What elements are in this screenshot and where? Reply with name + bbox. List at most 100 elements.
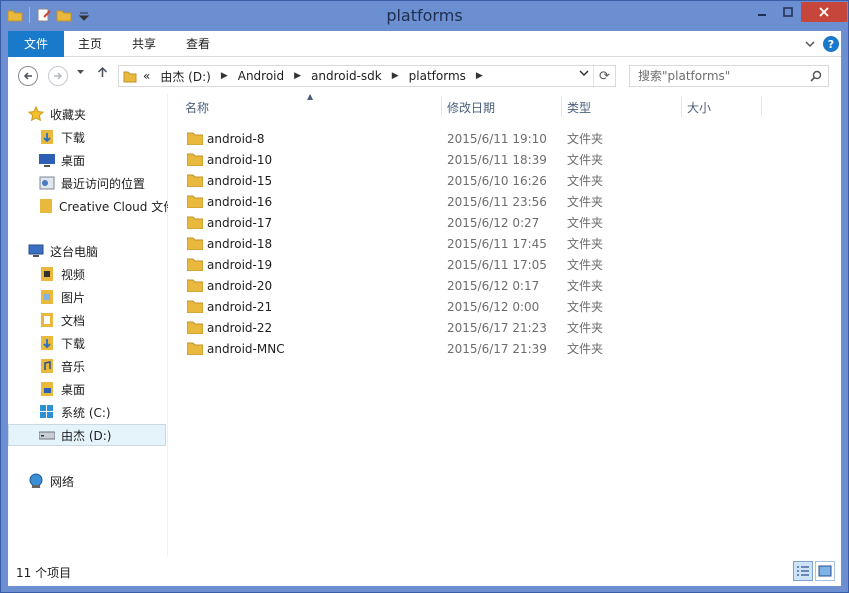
large-icons-view-button[interactable] [815,561,835,581]
drive-icon [39,427,55,443]
search-icon[interactable] [810,66,822,88]
back-button[interactable] [18,66,38,86]
maximize-button[interactable] [775,2,801,22]
file-row[interactable]: android-10 2015/6/11 18:39 文件夹 [169,149,809,170]
nav-pc-documents[interactable]: 文档 [39,309,85,331]
tab-file[interactable]: 文件 [8,31,64,57]
file-name: android-19 [207,257,273,272]
desktop-icon [39,152,55,168]
file-date: 2015/6/12 0:27 [447,215,540,230]
nav-pc-downloads[interactable]: 下载 [39,332,85,354]
file-name: android-15 [207,173,273,188]
file-row[interactable]: android-22 2015/6/17 21:23 文件夹 [169,317,809,338]
nav-pc-music[interactable]: 音乐 [39,355,85,377]
file-type: 文件夹 [567,300,604,314]
breadcrumb-chevron-icon[interactable]: ▶ [294,71,301,81]
address-bar[interactable]: « 由杰 (D:) ▶ Android ▶ android-sdk ▶ plat… [118,65,616,87]
nav-item-label: 下载 [61,130,86,145]
view-switcher [793,561,835,581]
recent-places-icon [39,175,55,191]
folder-icon [186,341,204,358]
column-header-name[interactable]: 名称 [169,94,441,122]
documents-folder-icon [39,312,55,328]
file-name: android-21 [207,299,273,314]
help-icon[interactable]: ? [823,36,839,52]
recent-locations-icon[interactable] [76,68,85,79]
folder-icon [186,236,204,253]
column-header-type[interactable]: 类型 [551,94,681,122]
tab-home[interactable]: 主页 [70,31,110,57]
nav-network[interactable]: 网络 [28,470,74,492]
ribbon-tabs: 文件 主页 共享 查看 ? [8,31,841,57]
file-type: 文件夹 [567,174,604,188]
column-header-size[interactable]: 大小 [671,94,761,122]
search-input[interactable]: 搜索"platforms" [629,65,829,87]
file-type: 文件夹 [567,132,604,146]
file-row[interactable]: android-8 2015/6/11 19:10 文件夹 [169,128,809,149]
file-date: 2015/6/11 23:56 [447,194,547,209]
forward-button[interactable] [48,66,68,86]
file-name: android-8 [207,131,265,146]
minimize-button[interactable] [749,2,775,22]
close-button[interactable] [801,2,847,22]
expand-ribbon-icon[interactable] [805,37,815,51]
nav-pc-videos[interactable]: 视频 [39,263,85,285]
file-type: 文件夹 [567,153,604,167]
nav-favorites[interactable]: 收藏夹 [28,103,86,125]
breadcrumb-android[interactable]: Android [238,69,284,83]
file-row[interactable]: android-18 2015/6/11 17:45 文件夹 [169,233,809,254]
nav-pc-drive-d[interactable]: 由杰 (D:) [8,424,166,446]
file-row[interactable]: android-17 2015/6/12 0:27 文件夹 [169,212,809,233]
breadcrumb-chevron-icon[interactable]: ▶ [476,71,483,81]
client-area: 文件 主页 共享 查看 ? « 由杰 (D:) ▶ Android ▶ andr… [8,31,841,586]
nav-this-pc[interactable]: 这台电脑 [28,240,98,262]
file-type: 文件夹 [567,279,604,293]
column-header-date[interactable]: 修改日期 [431,94,561,122]
nav-pc-pictures[interactable]: 图片 [39,286,85,308]
file-date: 2015/6/11 17:05 [447,257,547,272]
address-dropdown-icon[interactable] [579,69,589,80]
file-row[interactable]: android-19 2015/6/11 17:05 文件夹 [169,254,809,275]
tab-view[interactable]: 查看 [178,31,218,57]
nav-item-label: 音乐 [61,359,86,374]
videos-folder-icon [39,266,55,282]
breadcrumb-overflow[interactable]: « [143,69,150,83]
breadcrumb-chevron-icon[interactable]: ▶ [221,71,228,81]
breadcrumb-drive[interactable]: 由杰 (D:) [160,68,210,85]
file-name: android-16 [207,194,273,209]
file-name: android-10 [207,152,273,167]
breadcrumb-android-sdk[interactable]: android-sdk [311,69,382,83]
nav-favorites-downloads[interactable]: 下载 [39,126,85,148]
file-row[interactable]: android-20 2015/6/12 0:17 文件夹 [169,275,809,296]
nav-item-label: 图片 [61,290,86,305]
star-icon [28,106,44,122]
up-button[interactable] [97,66,108,81]
column-header-name-label: 名称 [185,101,210,115]
column-divider[interactable] [761,97,762,117]
nav-favorites-desktop[interactable]: 桌面 [39,149,85,171]
file-type: 文件夹 [567,237,604,251]
file-type: 文件夹 [567,195,604,209]
nav-favorites-creative-cloud[interactable]: Creative Cloud 文件 [39,195,168,217]
window-title: platforms [386,6,463,25]
breadcrumb-platforms[interactable]: platforms [409,69,466,83]
tab-share[interactable]: 共享 [124,31,164,57]
file-row[interactable]: android-21 2015/6/12 0:00 文件夹 [169,296,809,317]
refresh-icon[interactable]: ⟳ [593,66,615,86]
folder-icon [186,299,204,316]
file-row[interactable]: android-16 2015/6/11 23:56 文件夹 [169,191,809,212]
navigation-pane: 收藏夹 下载 桌面 最近访问的位置 Creative Cloud 文件 这台电脑… [8,94,168,556]
nav-item-label: Creative Cloud 文件 [59,199,168,214]
details-view-button[interactable] [793,561,813,581]
nav-favorites-recent[interactable]: 最近访问的位置 [39,172,145,194]
nav-pc-desktop[interactable]: 桌面 [39,378,85,400]
nav-pc-drive-c[interactable]: 系统 (C:) [39,401,111,423]
file-date: 2015/6/17 21:39 [447,341,547,356]
computer-icon [28,243,44,259]
file-row[interactable]: android-MNC 2015/6/17 21:39 文件夹 [169,338,809,359]
file-row[interactable]: android-15 2015/6/10 16:26 文件夹 [169,170,809,191]
folder-icon [186,173,204,190]
breadcrumb-chevron-icon[interactable]: ▶ [392,71,399,81]
file-date: 2015/6/11 17:45 [447,236,547,251]
windows-drive-icon [39,404,55,420]
